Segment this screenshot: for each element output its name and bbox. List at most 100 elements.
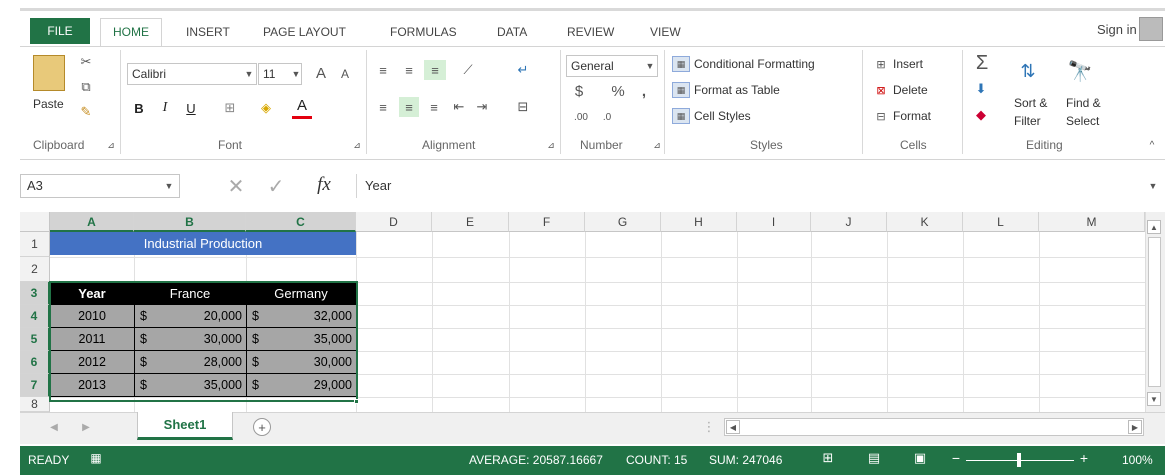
format-as-table-button[interactable]: Format as Table — [694, 83, 780, 97]
zoom-level[interactable]: 100% — [1122, 453, 1153, 467]
decrease-indent-icon[interactable]: ⇤ — [449, 97, 469, 117]
currency-symbol[interactable]: $ — [252, 328, 272, 351]
name-box[interactable]: A3 — [20, 174, 180, 198]
column-header-c[interactable]: C — [246, 212, 356, 232]
column-header-l[interactable]: L — [963, 212, 1039, 232]
scroll-thumb[interactable] — [1148, 237, 1161, 387]
chevron-down-icon[interactable]: ▼ — [644, 55, 656, 77]
row-header-3[interactable]: 3 — [20, 282, 50, 305]
insert-cells-button[interactable]: Insert — [893, 57, 923, 71]
autosum-icon[interactable]: Σ — [972, 52, 992, 74]
paste-button[interactable]: Paste — [33, 97, 64, 111]
column-header-g[interactable]: G — [585, 212, 661, 232]
align-top-icon[interactable]: ≡ — [373, 60, 393, 80]
delete-cells-button[interactable]: Delete — [893, 83, 928, 97]
alignment-launcher-icon[interactable]: ⊿ — [546, 138, 556, 152]
tab-file[interactable]: FILE — [30, 18, 90, 44]
formula-input[interactable]: Year — [356, 174, 1165, 198]
sheet-tab-sheet1[interactable]: Sheet1 — [137, 412, 233, 440]
fill-color-icon[interactable]: ◈ — [254, 97, 278, 119]
cell-styles-button[interactable]: Cell Styles — [694, 109, 751, 123]
row-header-4[interactable]: 4 — [20, 305, 50, 328]
currency-symbol[interactable]: $ — [252, 305, 272, 328]
row-header-2[interactable]: 2 — [20, 257, 50, 282]
data-cell-germany[interactable]: 30,000 — [270, 351, 352, 374]
tab-page-layout[interactable]: PAGE LAYOUT — [263, 20, 346, 44]
shrink-font-button[interactable]: A — [337, 64, 353, 84]
tab-insert[interactable]: INSERT — [186, 20, 230, 44]
data-cell-germany[interactable]: 29,000 — [270, 374, 352, 397]
underline-button[interactable]: U — [182, 97, 200, 119]
scroll-up-icon[interactable]: ▲ — [1147, 220, 1161, 234]
column-header-a[interactable]: A — [50, 212, 134, 232]
decrease-decimal-button[interactable]: .0 — [596, 108, 618, 126]
align-right-icon[interactable]: ≡ — [424, 97, 444, 117]
column-header-m[interactable]: M — [1039, 212, 1145, 232]
orientation-icon[interactable]: ⟋ — [455, 60, 481, 80]
clear-icon[interactable]: ◆ — [972, 106, 990, 124]
percent-button[interactable]: % — [610, 80, 626, 102]
bold-button[interactable]: B — [129, 97, 149, 119]
row-header-8[interactable]: 8 — [20, 397, 50, 412]
align-center-icon[interactable]: ≡ — [399, 97, 419, 117]
data-cell-germany[interactable]: 32,000 — [270, 305, 352, 328]
currency-symbol[interactable]: $ — [252, 351, 272, 374]
row-header-1[interactable]: 1 — [20, 232, 50, 257]
font-color-button[interactable]: A — [292, 95, 312, 119]
find-select-button[interactable]: Select — [1066, 114, 1099, 128]
scroll-down-icon[interactable]: ▼ — [1147, 392, 1161, 406]
tab-home[interactable]: HOME — [100, 18, 162, 46]
column-header-k[interactable]: K — [887, 212, 963, 232]
header-cell-year[interactable]: Year — [50, 282, 134, 305]
data-cell-france[interactable]: 35,000 — [160, 374, 242, 397]
currency-symbol[interactable]: $ — [140, 328, 160, 351]
data-cell-year[interactable]: 2010 — [50, 305, 134, 328]
data-cell-france[interactable]: 20,000 — [160, 305, 242, 328]
row-header-7[interactable]: 7 — [20, 374, 50, 397]
italic-button[interactable]: I — [157, 97, 173, 119]
title-cell[interactable]: Industrial Production — [50, 232, 356, 255]
insert-function-button[interactable]: fx — [310, 172, 338, 198]
paste-icon[interactable] — [33, 55, 65, 91]
sort-filter-button[interactable]: Filter — [1014, 114, 1041, 128]
find-label-line1[interactable]: Find & — [1066, 96, 1101, 110]
increase-indent-icon[interactable]: ⇥ — [472, 97, 492, 117]
currency-symbol[interactable]: $ — [140, 351, 160, 374]
align-left-icon[interactable]: ≡ — [373, 97, 393, 117]
next-sheet-icon[interactable]: ▶ — [80, 420, 92, 434]
header-cell-germany[interactable]: Germany — [246, 282, 356, 305]
align-bottom-icon[interactable]: ≡ — [424, 60, 446, 80]
column-header-h[interactable]: H — [661, 212, 737, 232]
tab-review[interactable]: REVIEW — [567, 20, 614, 44]
header-cell-france[interactable]: France — [134, 282, 246, 305]
merge-center-icon[interactable]: ⊟ — [512, 97, 534, 117]
increase-decimal-button[interactable]: .00 — [570, 108, 592, 126]
currency-symbol[interactable]: $ — [252, 374, 272, 397]
sort-label-line1[interactable]: Sort & — [1014, 96, 1047, 110]
scroll-right-icon[interactable]: ▶ — [1128, 420, 1142, 434]
zoom-slider-thumb[interactable] — [1017, 453, 1021, 467]
wrap-text-icon[interactable]: ↵ — [512, 60, 534, 80]
column-header-j[interactable]: J — [811, 212, 887, 232]
tab-data[interactable]: DATA — [497, 20, 527, 44]
normal-view-icon[interactable]: ⊞ — [820, 450, 836, 466]
format-cells-button[interactable]: Format — [893, 109, 931, 123]
column-header-i[interactable]: I — [737, 212, 811, 232]
copy-icon[interactable]: ⧉ — [78, 79, 94, 95]
scroll-left-icon[interactable]: ◀ — [726, 420, 740, 434]
select-all-corner[interactable] — [20, 212, 50, 232]
fill-handle[interactable] — [354, 399, 359, 404]
row-header-6[interactable]: 6 — [20, 351, 50, 374]
data-cell-france[interactable]: 30,000 — [160, 328, 242, 351]
user-avatar-icon[interactable] — [1139, 17, 1163, 41]
data-cell-year[interactable]: 2013 — [50, 374, 134, 397]
borders-icon[interactable]: ⊞ — [218, 97, 242, 119]
grow-font-button[interactable]: A — [312, 62, 330, 84]
currency-symbol[interactable]: $ — [140, 374, 160, 397]
data-cell-france[interactable]: 28,000 — [160, 351, 242, 374]
zoom-in-icon[interactable]: + — [1078, 450, 1090, 466]
data-cell-germany[interactable]: 35,000 — [270, 328, 352, 351]
number-launcher-icon[interactable]: ⊿ — [652, 138, 662, 152]
prev-sheet-icon[interactable]: ◀ — [48, 420, 60, 434]
cancel-entry-icon[interactable]: ✕ — [225, 174, 247, 198]
